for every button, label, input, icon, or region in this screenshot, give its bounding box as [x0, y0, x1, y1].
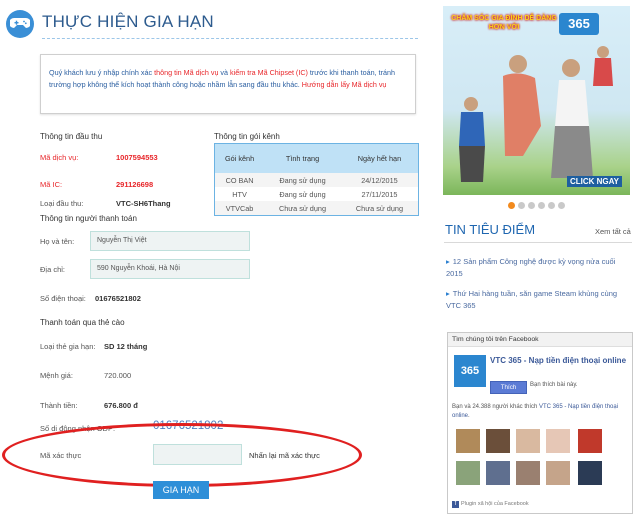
avatar[interactable] [456, 461, 480, 485]
payer-section-title: Thông tin người thanh toán [40, 214, 137, 223]
news-item-text: Thứ Hai hàng tuần, săn game Steam khủng … [446, 289, 618, 310]
notice-text: Quý khách lưu ý nhập chính xác [49, 68, 155, 77]
facebook-header: Tìm chúng tôi trên Facebook [448, 333, 632, 347]
avatar[interactable] [578, 429, 602, 453]
family-illustration [459, 46, 613, 182]
promo-banner[interactable]: CHĂM SÓC GIA ĐÌNH DỄ DÀNG HƠN VỚI 365 CL… [443, 6, 630, 195]
gamepad-icon [6, 10, 34, 38]
avatar[interactable] [578, 461, 602, 485]
table-cell: Chưa sử dụng [264, 201, 341, 216]
avatar[interactable] [546, 429, 570, 453]
table-header-row: Gói kênh Tình trạng Ngày hết hạn [214, 143, 419, 173]
slider-dot[interactable] [538, 202, 545, 209]
table-cell: 27/11/2015 [361, 189, 398, 199]
period-value: SD 12 tháng [104, 342, 148, 351]
slider-dot[interactable] [558, 202, 565, 209]
people-text-end: . [468, 413, 470, 419]
news-item[interactable]: ▸ 12 Sản phẩm Công nghệ được kỳ vọng nửa … [446, 256, 626, 280]
facebook-widget: Tìm chúng tôi trên Facebook 365 VTC 365 … [447, 332, 633, 514]
facebook-icon: f [452, 501, 459, 508]
column-header: Ngày hết hạn [340, 143, 419, 173]
avatar[interactable] [486, 429, 510, 453]
avatar[interactable] [456, 429, 480, 453]
denomination-label: Mệnh giá: [40, 371, 73, 380]
slider-dot[interactable] [508, 202, 515, 209]
notice-highlight-chipset: kiểm tra Mã Chipset (IC) [230, 68, 308, 77]
notice-box: Quý khách lưu ý nhập chính xác thông tin… [40, 54, 416, 114]
title-divider [42, 38, 418, 39]
amount-label: Thành tiền: [40, 401, 78, 410]
phone-label: Số điện thoại: [40, 294, 86, 303]
news-item-text: 12 Sản phẩm Công nghệ được kỳ vọng nửa c… [446, 257, 616, 278]
slider-dots [508, 196, 568, 214]
denomination-value: 720.000 [104, 371, 132, 380]
column-header: Tình trạng [264, 143, 341, 173]
facebook-like-status: Bạn thích bài này. [530, 382, 578, 388]
people-count-text: Bạn và 24.388 người khác thích [452, 404, 540, 410]
facebook-like-button[interactable]: Thích [490, 381, 527, 394]
renew-button[interactable]: GIA HẠN [153, 481, 209, 499]
table-cell: VTVCab [214, 201, 265, 216]
news-divider [444, 242, 632, 243]
avatar[interactable] [516, 429, 540, 453]
guide-link[interactable]: Hướng dẫn lấy Mã dịch vụ [302, 80, 387, 89]
banner-cta[interactable]: CLICK NGAY [566, 176, 622, 187]
slider-dot[interactable] [518, 202, 525, 209]
facebook-page-name[interactable]: VTC 365 - Nạp tiền điện thoại online [490, 355, 630, 366]
column-header: Gói kênh [214, 143, 265, 173]
facebook-people-text: Bạn và 24.388 người khác thích VTC 365 -… [452, 403, 630, 421]
notice-text: và [218, 68, 231, 77]
service-code-label: Mã dịch vụ: [40, 153, 79, 162]
avatar[interactable] [486, 461, 510, 485]
package-section-title: Thông tin gói kênh [214, 132, 280, 141]
table-row: CO BAN Đang sử dụng 24/12/2015 [214, 173, 419, 187]
page-title: THỰC HIỆN GIA HẠN [42, 12, 214, 31]
address-label: Địa chỉ: [40, 265, 66, 274]
receiver-section-title: Thông tin đầu thu [40, 132, 103, 141]
receiver-type-value: VTC-SH6Thang [116, 199, 171, 208]
table-row: VTVCab Chưa sử dụng Chưa sử dụng [214, 201, 419, 216]
annotation-ellipse [2, 423, 362, 487]
slider-dot[interactable] [548, 202, 555, 209]
facebook-page-logo[interactable]: 365 [454, 355, 486, 387]
name-label: Họ và tên: [40, 237, 75, 246]
arrow-right-icon: ▸ [446, 257, 450, 266]
table-cell: 24/12/2015 [340, 173, 419, 187]
news-title: TIN TIÊU ĐIỂM [445, 222, 536, 237]
receiver-type-label: Loại đầu thu: [40, 199, 84, 208]
news-more-link[interactable]: Xem tất cả [595, 227, 631, 236]
like-button-label: Thích [500, 384, 517, 391]
news-item[interactable]: ▸ Thứ Hai hàng tuần, săn game Steam khủng… [446, 288, 626, 312]
table-cell: Đang sử dụng [264, 173, 341, 187]
table-cell: CO BAN [214, 173, 265, 187]
address-field[interactable]: 590 Nguyễn Khoái, Hà Nội [90, 259, 250, 279]
phone-value: 01676521802 [95, 294, 141, 303]
notice-highlight-service-code: thông tin Mã dịch vụ [154, 68, 219, 77]
avatar[interactable] [516, 461, 540, 485]
table-row: HTV Đang sử dụng 27/11/2015 [215, 187, 419, 201]
ic-label: Mã IC: [40, 180, 63, 189]
name-field[interactable]: Nguyễn Thị Việt [90, 231, 250, 251]
service-code-value: 1007594553 [116, 153, 158, 162]
arrow-right-icon: ▸ [446, 289, 450, 298]
plugin-text: Plugin xã hội của Facebook [461, 501, 529, 507]
table-cell: Đang sử dụng [279, 189, 326, 199]
amount-value: 676.800 đ [104, 401, 138, 410]
slider-dot[interactable] [528, 202, 535, 209]
facebook-plugin-note: f Plugin xã hội của Facebook [452, 501, 529, 508]
package-table: Gói kênh Tình trạng Ngày hết hạn CO BAN … [214, 143, 419, 216]
ic-value: 291126698 [116, 180, 154, 189]
avatar[interactable] [546, 461, 570, 485]
payment-section-title: Thanh toán qua thẻ cào [40, 318, 125, 327]
table-cell: HTV [232, 189, 247, 199]
period-label: Loại thẻ gia hạn: [40, 342, 96, 351]
table-cell: Chưa sử dụng [340, 201, 419, 216]
